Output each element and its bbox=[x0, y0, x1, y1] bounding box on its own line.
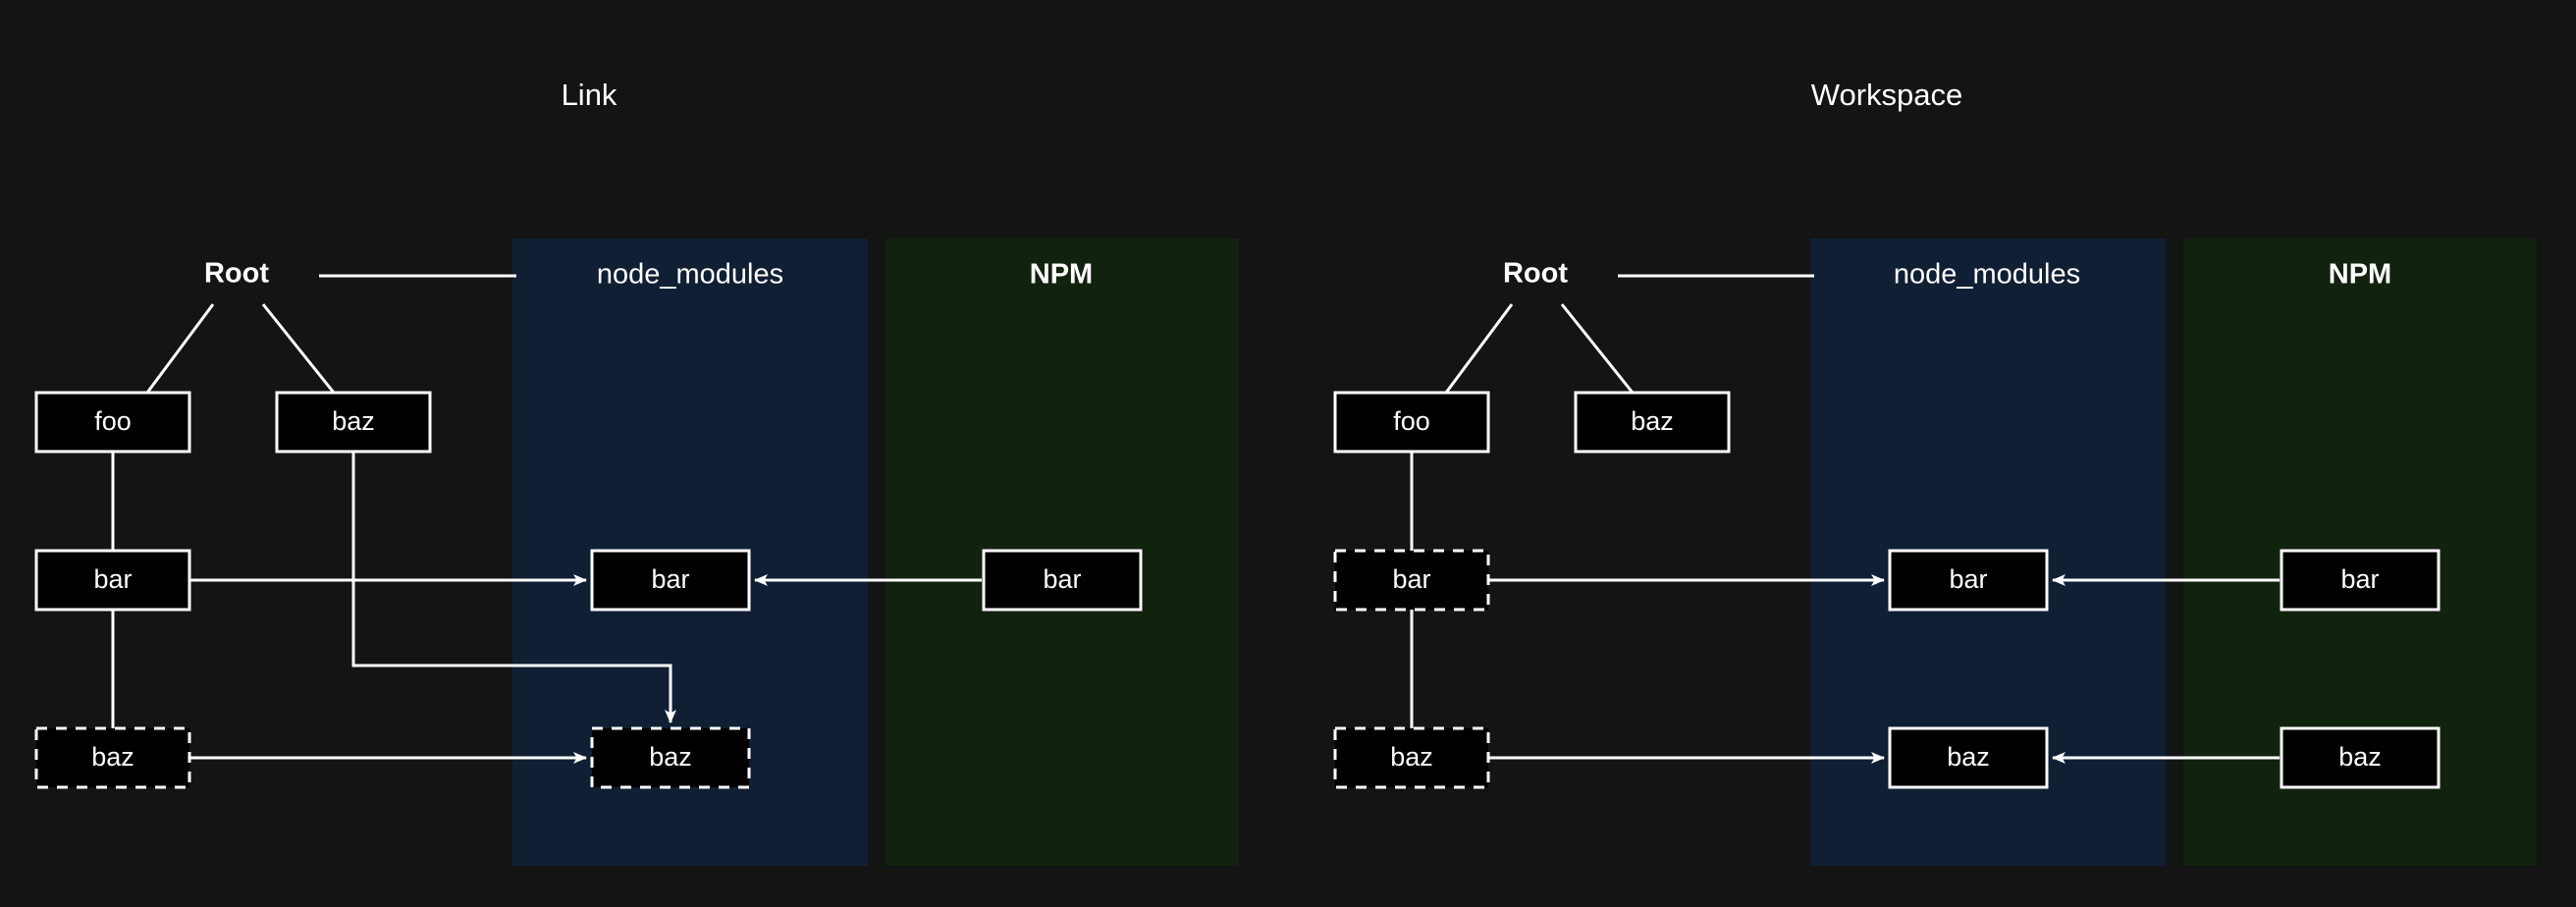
workspace-node-foo[interactable]: foo bbox=[1333, 391, 1490, 454]
workspace-node-npm-bar[interactable]: bar bbox=[2280, 549, 2441, 612]
workspace-node-nm-bar-label: bar bbox=[1949, 564, 1987, 594]
workspace-node-nm-baz-label: baz bbox=[1947, 742, 1990, 772]
workspace-node-bar-label: bar bbox=[1392, 564, 1430, 594]
workspace-node-bar[interactable]: bar bbox=[1333, 549, 1490, 612]
link-node-baz-top[interactable]: baz bbox=[275, 391, 432, 454]
link-node-foo-label: foo bbox=[94, 406, 132, 436]
workspace-edge-root-to-foo bbox=[1444, 303, 1514, 394]
workspace-node-npm-bar-label: bar bbox=[2340, 564, 2379, 594]
link-node-baz-top-label: baz bbox=[332, 406, 375, 436]
link-root-label: Root bbox=[204, 258, 269, 290]
workspace-node-nm-bar[interactable]: bar bbox=[1888, 549, 2049, 612]
link-node-nm-baz-label: baz bbox=[649, 742, 692, 772]
panel-title-workspace: Workspace bbox=[1811, 78, 1963, 112]
workspace-node-baz-bottom-label: baz bbox=[1390, 742, 1433, 772]
workspace-node-nm-baz[interactable]: baz bbox=[1888, 726, 2049, 789]
link-node-bar[interactable]: bar bbox=[34, 549, 191, 612]
workspace-node-npm-baz-label: baz bbox=[2338, 742, 2382, 772]
link-npm-label: NPM bbox=[1030, 259, 1093, 291]
link-node-nm-baz[interactable]: baz bbox=[590, 726, 751, 789]
link-node-npm-bar-label: bar bbox=[1043, 564, 1081, 594]
dependency-resolution-diagram: Link Root node_modules NPM foo baz bar b… bbox=[34, 78, 2537, 866]
workspace-node-baz-top-label: baz bbox=[1631, 406, 1674, 436]
link-node-modules-label: node_modules bbox=[597, 259, 783, 291]
link-node-bar-label: bar bbox=[93, 564, 132, 594]
workspace-node-npm-baz[interactable]: baz bbox=[2280, 726, 2441, 789]
workspace-node-baz-bottom[interactable]: baz bbox=[1333, 726, 1490, 789]
link-edge-root-to-foo bbox=[145, 303, 215, 394]
panel-title-link: Link bbox=[562, 78, 617, 112]
workspace-node-foo-label: foo bbox=[1393, 406, 1430, 436]
diagram-canvas: Link Root node_modules NPM foo baz bar b… bbox=[0, 0, 2576, 907]
link-edge-root-to-baz-top bbox=[261, 303, 336, 394]
link-node-nm-bar[interactable]: bar bbox=[590, 549, 751, 612]
link-node-npm-bar[interactable]: bar bbox=[982, 549, 1143, 612]
panel-link: Link Root node_modules NPM foo baz bar b… bbox=[34, 78, 1239, 866]
workspace-edge-root-to-baz-top bbox=[1560, 303, 1635, 394]
link-node-foo[interactable]: foo bbox=[34, 391, 191, 454]
link-node-baz-bottom[interactable]: baz bbox=[34, 726, 191, 789]
panel-workspace: Workspace Root node_modules NPM foo baz bbox=[1333, 78, 2537, 866]
workspace-npm-label: NPM bbox=[2329, 259, 2391, 291]
link-node-nm-bar-label: bar bbox=[651, 564, 689, 594]
workspace-root-label: Root bbox=[1503, 258, 1568, 290]
workspace-node-modules-label: node_modules bbox=[1894, 259, 2080, 291]
link-node-baz-bottom-label: baz bbox=[91, 742, 134, 772]
workspace-node-baz-top[interactable]: baz bbox=[1574, 391, 1731, 454]
